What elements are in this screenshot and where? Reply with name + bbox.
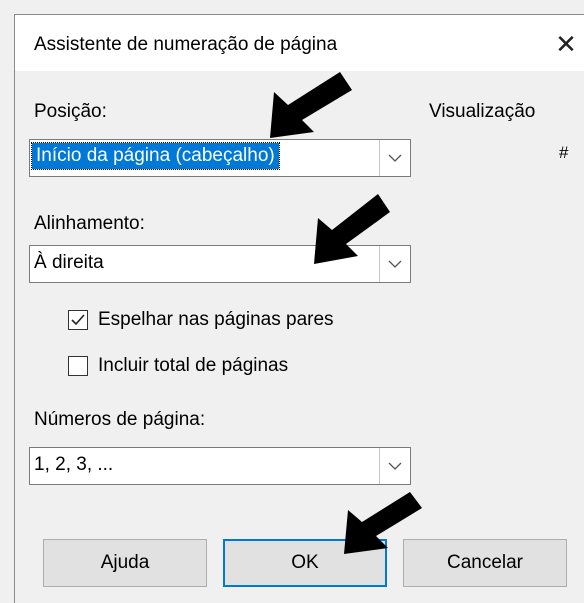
chevron-down-icon[interactable] bbox=[379, 448, 410, 484]
arrow-pointer-icon bbox=[344, 492, 422, 554]
alignment-label: Alinhamento: bbox=[34, 213, 145, 234]
title-bar: Assistente de numeração de página ✕ bbox=[15, 15, 584, 71]
close-icon[interactable]: ✕ bbox=[551, 29, 581, 59]
arrow-pointer-icon bbox=[314, 194, 390, 264]
position-select-value: Início da página (cabeçalho) bbox=[31, 142, 280, 170]
alignment-select-value: À direita bbox=[34, 252, 104, 273]
include-total-pages-checkbox[interactable]: Incluir total de páginas bbox=[68, 355, 288, 377]
chevron-down-icon[interactable] bbox=[379, 140, 410, 176]
checkmark-icon bbox=[71, 314, 85, 326]
preview-symbol: # bbox=[559, 143, 569, 162]
position-label: Posição: bbox=[34, 101, 107, 122]
page-numbers-select[interactable]: 1, 2, 3, ... bbox=[29, 447, 411, 485]
mirror-even-pages-checkbox[interactable]: Espelhar nas páginas pares bbox=[68, 309, 334, 331]
position-select[interactable]: Início da página (cabeçalho) bbox=[29, 139, 411, 177]
page-numbers-select-value: 1, 2, 3, ... bbox=[34, 454, 114, 475]
arrow-pointer-icon bbox=[270, 72, 352, 138]
page-numbers-label: Números de página: bbox=[34, 409, 206, 430]
preview-label: Visualização bbox=[429, 101, 536, 122]
help-button[interactable]: Ajuda bbox=[43, 539, 207, 587]
checkbox-checked[interactable] bbox=[68, 310, 88, 330]
cancel-button[interactable]: Cancelar bbox=[403, 539, 567, 587]
mirror-even-pages-label: Espelhar nas páginas pares bbox=[98, 309, 334, 330]
include-total-pages-label: Incluir total de páginas bbox=[98, 355, 289, 376]
dialog-title: Assistente de numeração de página bbox=[34, 34, 338, 55]
checkbox-unchecked[interactable] bbox=[68, 356, 88, 376]
